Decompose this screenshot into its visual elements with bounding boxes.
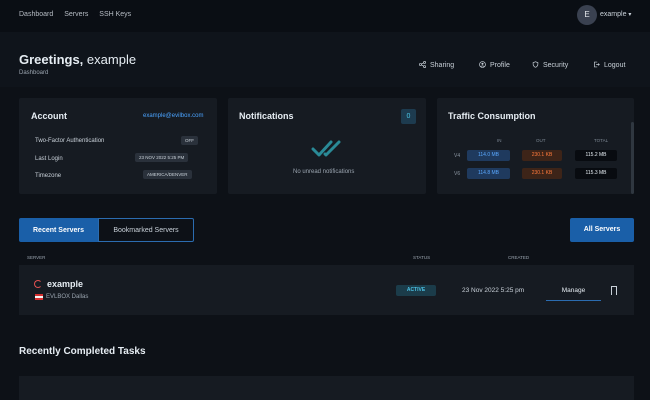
shield-icon <box>532 61 539 68</box>
recent-tasks-title: Recently Completed Tasks <box>19 346 146 357</box>
two-factor-value: OFF <box>181 136 198 145</box>
logout-label: Logout <box>604 62 626 69</box>
server-created-date: 23 Nov 2022 5:25 pm <box>462 287 525 294</box>
profile-label: Profile <box>490 62 510 69</box>
recent-tasks-card <box>19 376 634 400</box>
traffic-v6-out: 230.1 KB <box>522 168 562 179</box>
manage-button[interactable]: Manage <box>546 281 601 301</box>
user-icon <box>479 61 486 68</box>
traffic-row-v6-label: V6 <box>454 171 461 177</box>
notifications-count-badge: 0 <box>401 109 416 124</box>
profile-link[interactable]: Profile <box>479 61 510 69</box>
tab-recent-servers[interactable]: Recent Servers <box>19 218 98 242</box>
notifications-empty-text: No unread notifications <box>293 169 355 175</box>
table-row <box>19 265 634 315</box>
traffic-v6-total: 115.3 MB <box>575 168 617 179</box>
status-badge: ACTIVE <box>396 285 436 296</box>
column-header-server: SERVER <box>27 255 46 260</box>
logout-icon <box>594 61 600 68</box>
top-nav-links: Dashboard Servers SSH Keys <box>19 11 140 18</box>
spinner-icon <box>34 280 42 288</box>
nav-link-ssh-keys[interactable]: SSH Keys <box>99 11 131 18</box>
traffic-header-total: TOTAL <box>594 138 609 143</box>
column-header-status: STATUS <box>413 255 431 260</box>
last-login-value: 23 NOV 2022 5:25 PM <box>135 153 189 162</box>
sharing-link[interactable]: Sharing <box>419 61 454 69</box>
traffic-header-in: IN <box>497 138 502 143</box>
bookmark-icon[interactable] <box>611 286 617 298</box>
account-title: Account <box>31 111 67 121</box>
share-icon <box>419 61 426 68</box>
security-link[interactable]: Security <box>532 61 568 69</box>
account-email[interactable]: example@evilbox.com <box>143 113 203 119</box>
page-subtitle: Dashboard <box>19 70 49 76</box>
nav-link-servers[interactable]: Servers <box>64 11 88 18</box>
top-navbar: Dashboard Servers SSH Keys E example ▾ <box>0 0 650 32</box>
traffic-row-v4-label: V4 <box>454 153 461 159</box>
all-servers-button[interactable]: All Servers <box>570 218 634 242</box>
greeting-word: Greetings, <box>19 52 84 67</box>
user-menu-name: example <box>600 11 627 18</box>
timezone-label: Timezone <box>35 173 62 179</box>
traffic-v4-out: 230.1 KB <box>522 150 562 161</box>
last-login-label: Last Login <box>35 156 63 162</box>
nav-link-dashboard[interactable]: Dashboard <box>19 11 53 18</box>
server-name[interactable]: example <box>47 279 83 289</box>
server-location: EVLBOX Dallas <box>46 294 89 300</box>
traffic-v6-in: 114.8 MB <box>467 168 510 179</box>
notifications-title: Notifications <box>239 111 294 121</box>
traffic-header-out: OUT <box>536 138 546 143</box>
column-header-created: CREATED <box>508 255 530 260</box>
user-menu[interactable]: example ▾ <box>600 11 631 18</box>
logout-link[interactable]: Logout <box>593 61 625 69</box>
flag-icon <box>35 294 43 300</box>
traffic-title: Traffic Consumption <box>448 111 536 121</box>
sharing-label: Sharing <box>430 62 455 69</box>
page-title: Greetings, example <box>19 52 136 67</box>
two-factor-label: Two-Factor Authentication <box>35 138 105 144</box>
tab-bookmarked-servers[interactable]: Bookmarked Servers <box>98 218 194 242</box>
security-label: Security <box>543 62 569 69</box>
avatar[interactable]: E <box>577 5 597 25</box>
traffic-v4-in: 114.0 MB <box>467 150 510 161</box>
timezone-value: AMERICA/DENVER <box>143 170 192 179</box>
double-check-icon <box>311 140 341 157</box>
greeting-name: example <box>86 52 137 67</box>
caret-down-icon: ▾ <box>628 12 632 18</box>
traffic-scrollbar[interactable] <box>631 122 634 194</box>
traffic-v4-total: 115.2 MB <box>575 150 617 161</box>
